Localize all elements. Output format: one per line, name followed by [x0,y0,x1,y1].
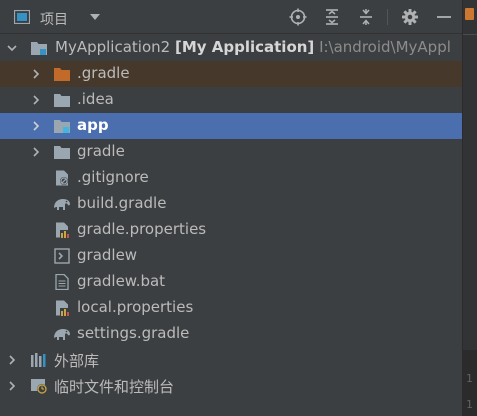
folder-icon [54,146,70,159]
gradle-elephant-icon [54,329,70,340]
gear-icon[interactable] [401,8,419,26]
chevron-right-icon[interactable] [30,120,42,132]
module-folder-icon [54,120,70,133]
editor-tab-icon[interactable] [465,8,474,20]
expand-all-icon[interactable] [323,8,341,26]
tree-item-label: gradlew.bat [77,272,166,290]
locate-target-icon[interactable] [289,8,307,26]
tree-row-local-properties[interactable]: local.properties [0,295,462,321]
project-tool-window: 项目 MyApplication2 [My Application] I:\an… [0,0,462,416]
module-folder-icon [31,42,47,55]
tree-row-app[interactable]: app [0,113,462,139]
editor-tab-divider [463,34,477,35]
tree-item-label: 临时文件和控制台 [54,378,175,396]
project-view-icon [14,10,30,24]
line-number: 1 [466,372,473,385]
tree-item-label: .idea [77,90,114,108]
tree-item-label: build.gradle [77,194,167,212]
chevron-expanded-icon[interactable] [6,42,18,54]
chevron-right-icon[interactable] [30,146,42,158]
root-module-name: [My Application] [174,38,315,56]
hide-minimize-icon[interactable] [435,8,453,26]
line-number: 1 [466,398,473,411]
properties-file-icon [56,300,69,316]
tree-row-gitignore[interactable]: .gitignore [0,165,462,191]
tree-row-settings-gradle[interactable]: settings.gradle [0,321,462,347]
text-file-icon [55,274,69,290]
chevron-right-icon[interactable] [6,354,18,366]
library-icon [31,353,46,367]
tree-row-gradlew-bat[interactable]: gradlew.bat [0,269,462,295]
root-project-path: I:\android\MyAppl [319,38,451,56]
editor-edge-strip: 1 1 [462,0,477,416]
tree-item-label: local.properties [77,298,194,316]
root-project-name: MyApplication2 [55,38,171,56]
tree-row-root[interactable]: MyApplication2 [My Application] I:\andro… [0,35,462,61]
tree-row-dot-idea[interactable]: .idea [0,87,462,113]
chevron-right-icon[interactable] [6,380,18,392]
tree-row-external-libraries[interactable]: 外部库 [0,347,462,373]
tree-item-label: .gitignore [77,168,149,186]
root-project-label: MyApplication2 [My Application] I:\andro… [55,38,451,56]
tree-row-gradle-properties[interactable]: gradle.properties [0,217,462,243]
chevron-right-icon[interactable] [30,94,42,106]
tree-row-scratches[interactable]: 临时文件和控制台 [0,373,462,399]
scratches-icon [31,379,47,394]
chevron-down-icon[interactable] [88,11,102,23]
ignore-file-icon [56,170,68,186]
tree-row-gradlew[interactable]: gradlew [0,243,462,269]
tree-row-build-gradle[interactable]: build.gradle [0,191,462,217]
tree-item-label: gradlew [77,246,138,264]
tree-item-label: .gradle [77,64,130,82]
folder-excluded-icon [54,68,70,81]
tree-row-dot-gradle[interactable]: .gradle [0,61,462,87]
gradle-elephant-icon [54,199,70,210]
shell-script-icon [54,248,70,264]
project-header: 项目 [0,0,462,34]
project-view-label[interactable]: 项目 [40,9,68,29]
tree-item-label: gradle.properties [77,220,207,238]
tree-item-label: settings.gradle [77,324,190,342]
chevron-right-icon[interactable] [30,68,42,80]
folder-icon [54,94,70,107]
tree-row-gradle-folder[interactable]: gradle [0,139,462,165]
properties-file-icon [56,222,69,238]
tree-item-label: app [77,116,109,134]
tree-item-label: gradle [77,142,125,160]
toolbar-divider [387,9,388,25]
tree-item-label: 外部库 [54,352,100,370]
collapse-all-icon[interactable] [357,8,375,26]
